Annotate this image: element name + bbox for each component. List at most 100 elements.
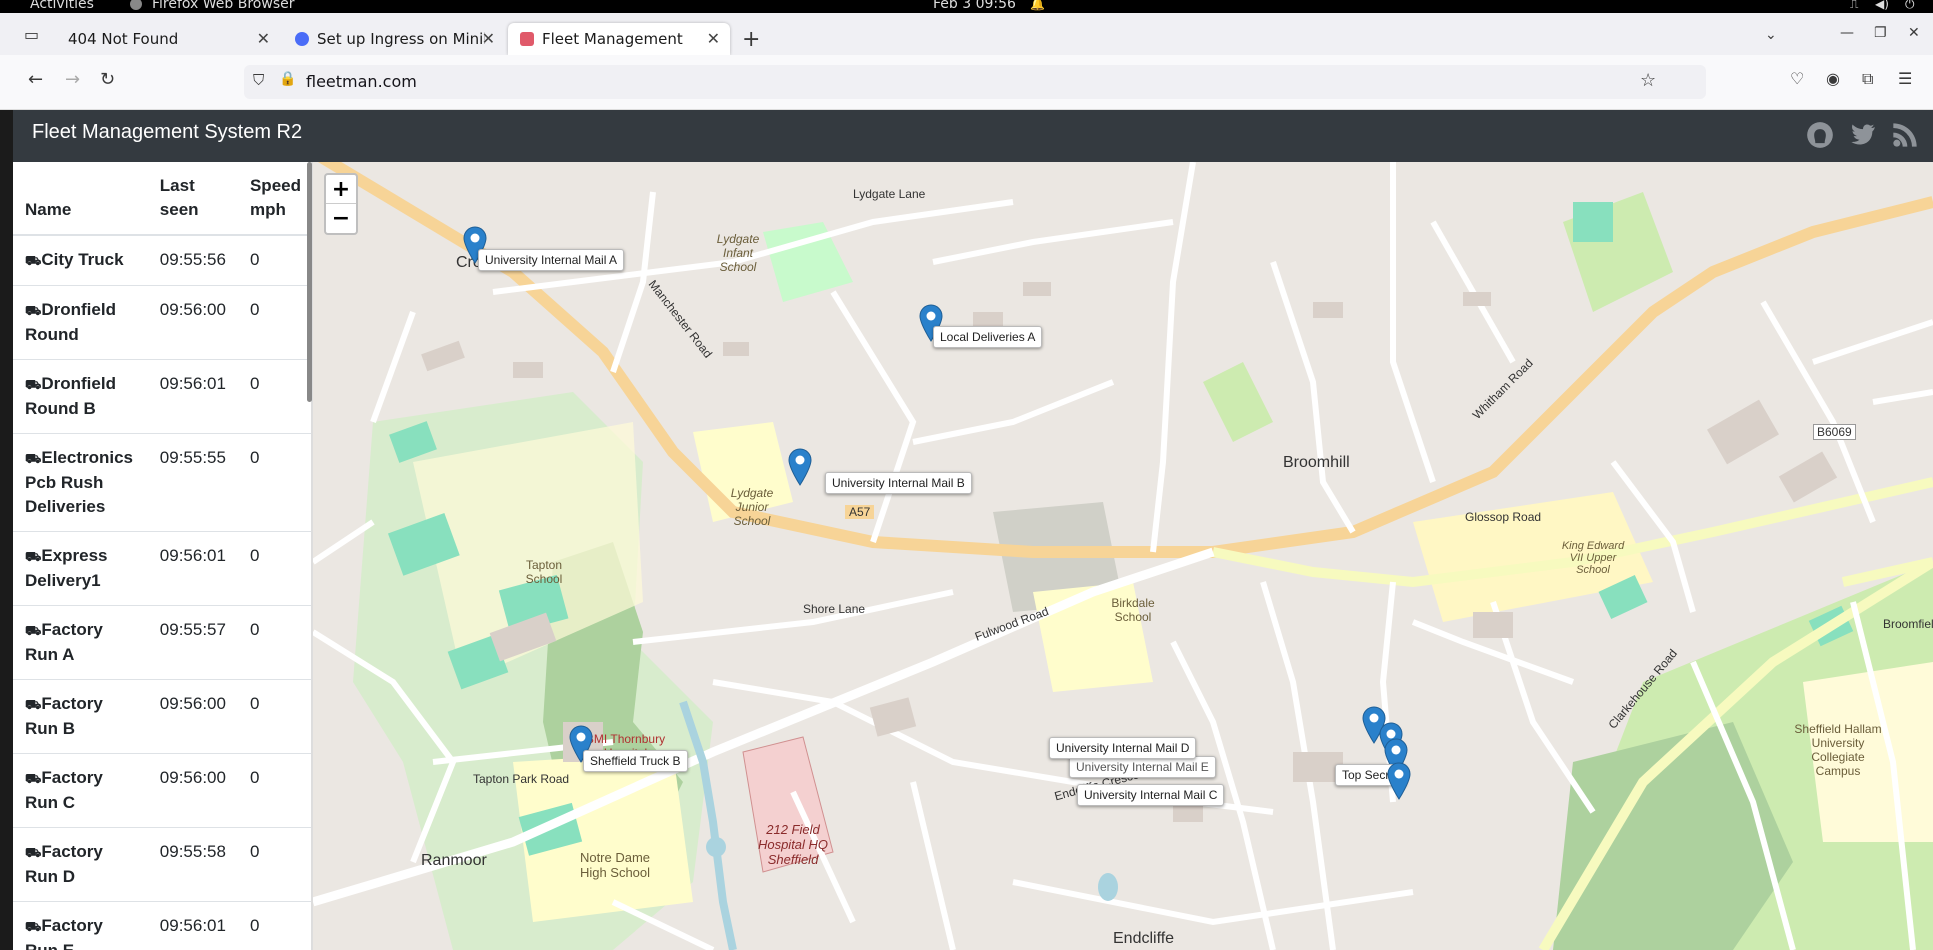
power-icon[interactable]: ⏻ bbox=[1905, 0, 1915, 12]
vehicle-name-cell[interactable]: ⛟Electronics Pcb Rush Deliveries bbox=[13, 433, 148, 532]
place-label-lydgate-infant: Lydgate Infant School bbox=[716, 232, 760, 274]
tab-ingress[interactable]: Set up Ingress on Minikul ✕ bbox=[283, 23, 505, 55]
clock[interactable]: Feb 3 09:56 bbox=[933, 0, 1016, 12]
activities-button[interactable]: Activities bbox=[30, 0, 94, 12]
vehicle-name-cell[interactable]: ⛟Factory Run D bbox=[13, 827, 148, 902]
vehicle-tooltip: Sheffield Truck B bbox=[583, 750, 688, 772]
network-icon[interactable]: ⎍ bbox=[1850, 0, 1858, 12]
map-tiles bbox=[313, 162, 1933, 950]
place-label-shu: Sheffield Hallam University Collegiate C… bbox=[1794, 722, 1882, 778]
vehicle-tooltip: University Internal Mail E bbox=[1069, 756, 1216, 778]
firefox-icon bbox=[130, 0, 142, 10]
forward-icon[interactable]: → bbox=[65, 69, 80, 90]
app-title[interactable]: Fleet Management System R2 bbox=[32, 121, 302, 144]
speed-cell: 0 bbox=[237, 285, 311, 360]
table-row[interactable]: ⛟Factory Run C 09:56:00 0 bbox=[13, 753, 311, 828]
twitter-icon[interactable] bbox=[1849, 121, 1877, 149]
chevron-down-icon[interactable]: ⌄ bbox=[1765, 27, 1777, 43]
vehicle-list-scrollbar[interactable] bbox=[307, 162, 312, 402]
close-icon[interactable]: ✕ bbox=[482, 29, 495, 48]
last-seen-cell: 09:56:01 bbox=[147, 359, 238, 434]
table-row[interactable]: ⛟Factory Run E09:56:010 bbox=[13, 901, 311, 950]
place-label-broomfield: Broomfield bbox=[1883, 617, 1933, 631]
vehicle-name-cell[interactable]: ⛟Factory Run C bbox=[13, 753, 148, 828]
vehicle-name-cell[interactable]: ⛟Factory Run A bbox=[13, 605, 148, 680]
reload-icon[interactable]: ↻ bbox=[100, 69, 115, 90]
bell-icon: 🔔 bbox=[1030, 0, 1045, 11]
table-row[interactable]: ⛟City Truck 09:55:56 0 bbox=[13, 234, 311, 286]
pocket-icon[interactable]: ♡ bbox=[1790, 69, 1804, 88]
window-close-icon[interactable]: ✕ bbox=[1908, 25, 1920, 41]
speed-cell: 0 bbox=[237, 359, 311, 434]
speed-cell: 0 bbox=[237, 679, 311, 754]
truck-icon: ⛟ bbox=[25, 623, 42, 638]
volume-icon[interactable]: ◀) bbox=[1875, 0, 1889, 11]
speed-cell: 0 bbox=[237, 605, 311, 680]
vehicle-name-cell[interactable]: ⛟Express Delivery1 bbox=[13, 531, 148, 606]
bookmark-star-icon[interactable]: ☆ bbox=[1640, 70, 1656, 91]
last-seen-cell: 09:56:00 bbox=[147, 679, 238, 754]
tab-list-icon[interactable]: ▭ bbox=[24, 25, 39, 44]
last-seen-cell: 09:55:56 bbox=[147, 234, 238, 286]
table-row[interactable]: ⛟Express Delivery1 09:56:01 0 bbox=[13, 531, 311, 606]
last-seen-cell: 09:56:00 bbox=[147, 753, 238, 828]
close-icon[interactable]: ✕ bbox=[707, 29, 720, 48]
table-row[interactable]: ⛟Dronfield Round 09:56:00 0 bbox=[13, 285, 311, 360]
tab-404[interactable]: 404 Not Found ✕ bbox=[52, 23, 280, 55]
new-tab-icon[interactable]: + bbox=[742, 27, 760, 52]
road-label-b6069: B6069 bbox=[1813, 424, 1856, 440]
vehicle-name-cell[interactable]: ⛟City Truck bbox=[13, 234, 148, 286]
zoom-in-button[interactable]: + bbox=[326, 175, 356, 204]
vehicle-name-cell[interactable]: ⛟Factory Run B bbox=[13, 679, 148, 754]
address-bar[interactable]: ⛉ 🔒 fleetman.com ☆ bbox=[244, 65, 1706, 99]
vehicle-table: Name Last seen Speed mph ⛟City Truck 09:5… bbox=[13, 162, 311, 950]
place-label-tapton-school: Tapton School bbox=[525, 558, 563, 586]
vehicle-marker[interactable] bbox=[1387, 762, 1411, 800]
tab-fleet-management[interactable]: Fleet Management ✕ bbox=[508, 23, 730, 55]
back-icon[interactable]: ← bbox=[28, 69, 43, 90]
lock-icon[interactable]: 🔒 bbox=[279, 71, 296, 87]
vehicle-tooltip: University Internal Mail D bbox=[1049, 737, 1197, 759]
extensions-icon[interactable]: ⧉ bbox=[1862, 69, 1873, 89]
speed-cell: 0 bbox=[237, 827, 311, 902]
app-navbar: Fleet Management System R2 bbox=[13, 110, 1933, 162]
vehicle-name-cell[interactable]: ⛟Dronfield Round bbox=[13, 285, 148, 360]
vehicle-name-cell[interactable]: ⛟Factory Run E bbox=[13, 901, 148, 950]
account-icon[interactable]: ◉ bbox=[1826, 69, 1840, 88]
column-header-speed: Speed mph bbox=[237, 162, 311, 236]
truck-icon: ⛟ bbox=[25, 771, 42, 786]
truck-icon: ⛟ bbox=[25, 451, 42, 466]
truck-icon: ⛟ bbox=[25, 253, 42, 268]
tab-title: Set up Ingress on Minikul bbox=[317, 30, 485, 48]
restore-icon[interactable]: ❐ bbox=[1874, 25, 1887, 41]
vehicle-name-cell[interactable]: ⛟Dronfield Round B bbox=[13, 359, 148, 434]
table-header-row: Name Last seen Speed mph bbox=[13, 162, 311, 236]
minimize-icon[interactable]: — bbox=[1840, 25, 1854, 41]
tab-title: Fleet Management bbox=[542, 30, 683, 48]
close-icon[interactable]: ✕ bbox=[257, 29, 270, 48]
road-label-lydgate-lane: Lydgate Lane bbox=[853, 187, 926, 201]
github-icon[interactable] bbox=[1806, 121, 1834, 149]
url-text[interactable]: fleetman.com bbox=[306, 72, 417, 91]
vehicle-name: Electronics Pcb Rush Deliveries bbox=[25, 448, 134, 516]
road-label-tapton-park-road: Tapton Park Road bbox=[473, 772, 570, 786]
vehicle-tooltip: University Internal Mail C bbox=[1077, 784, 1225, 806]
table-row[interactable]: ⛟Electronics Pcb Rush Deliveries 09:55:55… bbox=[13, 433, 311, 532]
vehicle-list-panel[interactable]: Name Last seen Speed mph ⛟City Truck 09:5… bbox=[13, 162, 313, 950]
vehicle-marker[interactable] bbox=[788, 448, 812, 486]
speed-cell: 0 bbox=[237, 234, 311, 286]
app-name[interactable]: Firefox Web Browser bbox=[152, 0, 295, 12]
table-row[interactable]: ⛟Factory Run A 09:55:57 0 bbox=[13, 605, 311, 680]
map-view[interactable]: + − Crosspool Broomhill Ranmoor Endcliff… bbox=[313, 162, 1933, 950]
tab-strip: ▭ 404 Not Found ✕ Set up Ingress on Mini… bbox=[0, 13, 1933, 55]
last-seen-cell: 09:56:00 bbox=[147, 285, 238, 360]
shield-icon[interactable]: ⛉ bbox=[253, 71, 264, 89]
speed-cell: 0 bbox=[237, 753, 311, 828]
menu-icon[interactable]: ☰ bbox=[1898, 69, 1912, 88]
place-label-broomhill: Broomhill bbox=[1283, 454, 1350, 471]
rss-icon[interactable] bbox=[1891, 121, 1919, 149]
table-row[interactable]: ⛟Factory Run B 09:56:00 0 bbox=[13, 679, 311, 754]
table-row[interactable]: ⛟Factory Run D 09:55:58 0 bbox=[13, 827, 311, 902]
zoom-out-button[interactable]: − bbox=[326, 204, 356, 233]
table-row[interactable]: ⛟Dronfield Round B 09:56:01 0 bbox=[13, 359, 311, 434]
